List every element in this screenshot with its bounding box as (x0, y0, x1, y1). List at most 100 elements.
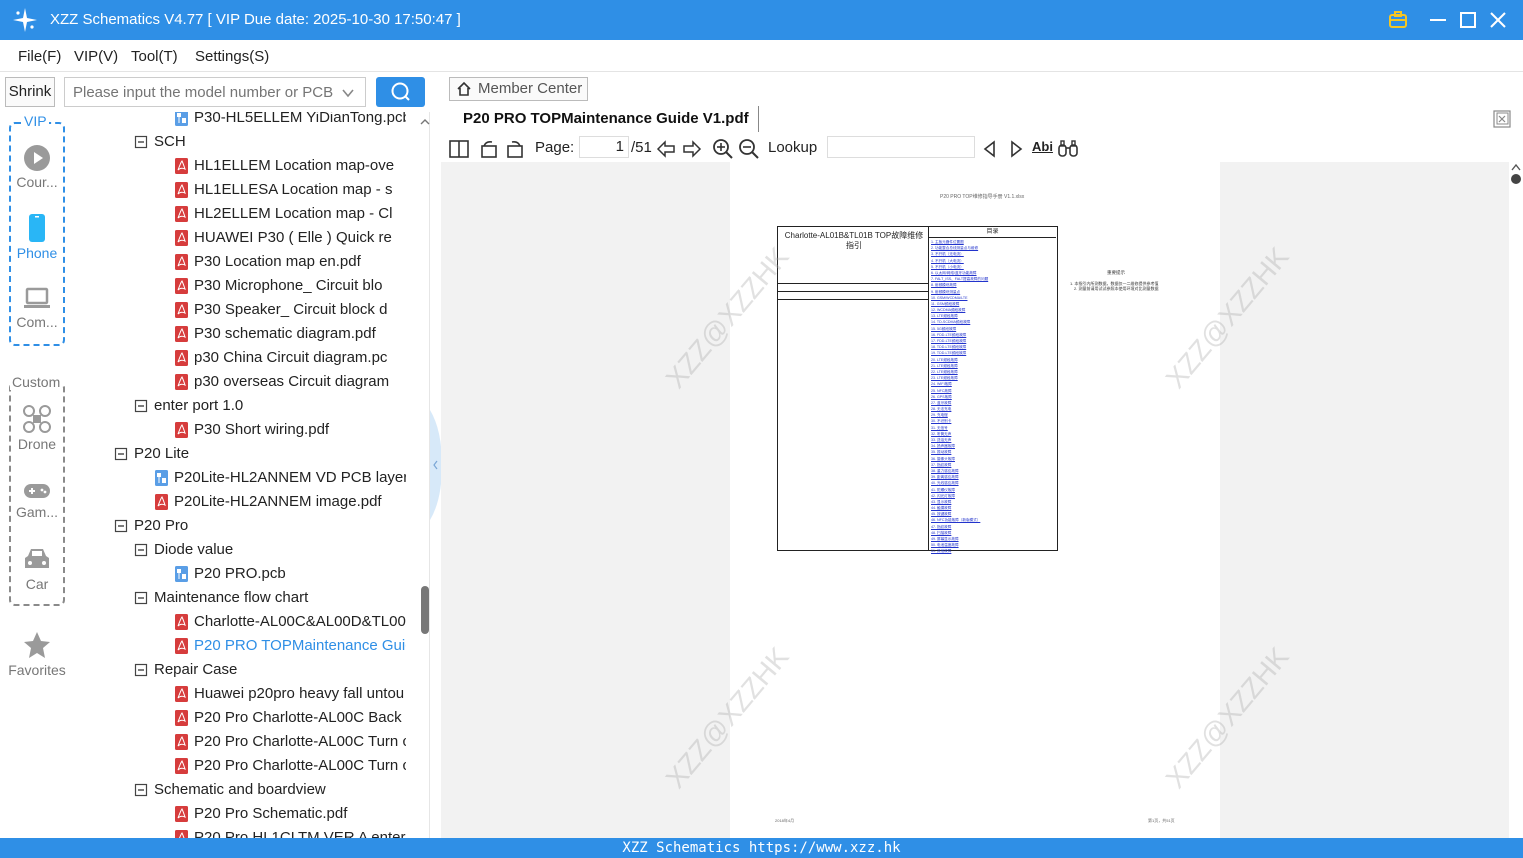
category-favorites[interactable]: Favorites (0, 630, 74, 678)
category-car[interactable]: Car (0, 546, 74, 592)
shrink-button[interactable]: Shrink (5, 77, 55, 107)
tree-file[interactable]: P20Lite-HL2ANNEM VD PCB layer.j (154, 466, 406, 490)
tree-file[interactable]: HL1ELLEM Location map-ove (174, 154, 406, 178)
tree-file[interactable]: P20 Pro HL1CLTM VER A enter (174, 826, 406, 838)
tree-file[interactable]: HL1ELLESA Location map - s (174, 178, 406, 202)
tree-folder[interactable]: Maintenance flow chart (134, 586, 406, 610)
pdf-file-icon (175, 638, 188, 654)
menu-vip[interactable]: VIP(V) (74, 48, 118, 65)
tree-item-label: p30 overseas Circuit diagram (194, 373, 390, 390)
laptop-icon (24, 287, 50, 308)
tree-folder[interactable]: P20 Pro (114, 514, 406, 538)
car-icon (25, 549, 49, 568)
lookup-label: Lookup (768, 139, 818, 156)
pcb-file-icon (175, 566, 188, 582)
member-center-button[interactable]: Member Center (449, 77, 588, 101)
tree-file[interactable]: P20 PRO TOPMaintenance Guic (174, 634, 406, 658)
pdf-file-icon (175, 710, 188, 726)
tree-file[interactable]: Huawei p20pro heavy fall untou (174, 682, 406, 706)
collapse-icon[interactable] (134, 590, 149, 606)
lookup-input[interactable] (827, 136, 975, 158)
previous-page-icon[interactable] (655, 138, 677, 160)
menu-tool[interactable]: Tool(T) (131, 48, 178, 65)
zoom-in-icon[interactable] (712, 138, 734, 160)
search-input[interactable] (65, 78, 335, 106)
tree-folder[interactable]: P20 Lite (114, 442, 406, 466)
collapse-icon[interactable] (134, 398, 149, 414)
tree-file[interactable]: P20 Pro Schematic.pdf (174, 802, 406, 826)
chevron-down-icon[interactable] (341, 86, 355, 100)
tree-folder[interactable]: enter port 1.0 (134, 394, 406, 418)
page-footer-right: 第1页，共51页 (1148, 818, 1175, 823)
maximize-button[interactable] (1456, 8, 1480, 32)
tree-folder[interactable]: SCH (134, 130, 406, 154)
tree-file[interactable]: P20 Pro Charlotte-AL00C Turn c (174, 754, 406, 778)
category-phone[interactable]: Phone (0, 213, 74, 261)
vip-briefcase-icon[interactable] (1386, 8, 1410, 32)
next-page-icon[interactable] (681, 138, 703, 160)
collapse-icon[interactable] (114, 446, 129, 462)
find-next-icon[interactable] (1005, 138, 1027, 160)
tree-file[interactable]: P30 Location map en.pdf (174, 250, 406, 274)
note-title: 重要提示 (1107, 270, 1125, 275)
match-case-icon[interactable]: Abi (1032, 139, 1053, 154)
page-number-input[interactable]: 1 (579, 136, 629, 158)
menu-settings[interactable]: Settings(S) (195, 48, 269, 65)
pdf-file-icon (175, 806, 188, 822)
tree-item-label: Repair Case (154, 661, 238, 678)
tree-file[interactable]: P20 Pro Charlotte-AL00C Turn c (174, 730, 406, 754)
toc-box: 目录 1. 主板元器件位置图 2. 功能整合总线测量点与维修 3. 不开机（无电流）… (929, 226, 1058, 554)
close-tab-icon[interactable] (1493, 110, 1511, 128)
tree-folder[interactable]: Schematic and boardview (134, 778, 406, 802)
minimize-button[interactable] (1426, 8, 1450, 32)
tree-folder[interactable]: Repair Case (134, 658, 406, 682)
find-previous-icon[interactable] (979, 138, 1001, 160)
toc-item[interactable]: 51. 其他故障 (931, 548, 1056, 554)
collapse-icon[interactable] (134, 662, 149, 678)
search-button[interactable] (376, 77, 425, 107)
pcb-file-icon (155, 470, 168, 486)
tree-file[interactable]: P30 schematic diagram.pdf (174, 322, 406, 346)
menu-file[interactable]: File(F) (18, 48, 61, 65)
collapse-icon[interactable] (114, 518, 129, 534)
collapse-icon[interactable] (134, 134, 149, 150)
pdf-file-icon (175, 230, 188, 246)
category-drone[interactable]: Drone (0, 404, 74, 452)
member-center-label: Member Center (478, 80, 583, 97)
tree-folder[interactable]: Diode value (134, 538, 406, 562)
category-courses[interactable]: Cour... (0, 144, 74, 190)
zoom-out-icon[interactable] (738, 138, 760, 160)
tree-file[interactable]: P20Lite-HL2ANNEM image.pdf (154, 490, 406, 514)
pdf-file-icon (175, 374, 188, 390)
tree-file[interactable]: HUAWEI P30 ( Elle ) Quick re (174, 226, 406, 250)
tree-file[interactable]: P30-HL5ELLEM YiDianTong.pcb (174, 112, 406, 130)
pdf-viewer: Member Center P20 PRO TOPMaintenance Gui… (441, 72, 1523, 838)
tree-file[interactable]: HL2ELLEM Location map - Cl (174, 202, 406, 226)
phone-icon (29, 214, 45, 242)
tree-item-label: P20 Lite (134, 445, 190, 462)
tree-file[interactable]: P30 Microphone_ Circuit blo (174, 274, 406, 298)
category-label: Gam... (15, 504, 58, 520)
tree-file[interactable]: p30 China Circuit diagram.pc (174, 346, 406, 370)
close-button[interactable] (1486, 8, 1510, 32)
document-tab[interactable]: P20 PRO TOPMaintenance Guide V1.pdf (449, 106, 759, 132)
rotate-right-icon[interactable] (504, 138, 526, 160)
tree-file[interactable]: P20 PRO.pcb (174, 562, 406, 586)
binoculars-icon[interactable] (1057, 138, 1079, 160)
two-page-view-icon[interactable] (448, 138, 470, 160)
pdf-scrollbar[interactable] (1509, 162, 1523, 838)
page-footer-left: 2018年4月 (775, 818, 795, 823)
pdf-canvas[interactable]: P20 PRO TOP维修指导手册 V1.1.xlsx Charlotte-AL… (441, 162, 1523, 838)
category-computer[interactable]: Com... (0, 286, 74, 330)
tree-file[interactable]: P20 Pro Charlotte-AL00C Back c (174, 706, 406, 730)
category-game[interactable]: Gam... (0, 480, 74, 520)
tree-file[interactable]: P30 Speaker_ Circuit block d (174, 298, 406, 322)
tree-file[interactable]: P30 Short wiring.pdf (174, 418, 406, 442)
tree-file[interactable]: Charlotte-AL00C&AL00D&TL00 (174, 610, 406, 634)
tree-item-label: P20 Pro Schematic.pdf (194, 805, 348, 822)
collapse-icon[interactable] (134, 542, 149, 558)
rotate-left-icon[interactable] (478, 138, 500, 160)
tree-file[interactable]: p30 overseas Circuit diagram (174, 370, 406, 394)
search-icon (391, 82, 410, 101)
collapse-icon[interactable] (134, 782, 149, 798)
